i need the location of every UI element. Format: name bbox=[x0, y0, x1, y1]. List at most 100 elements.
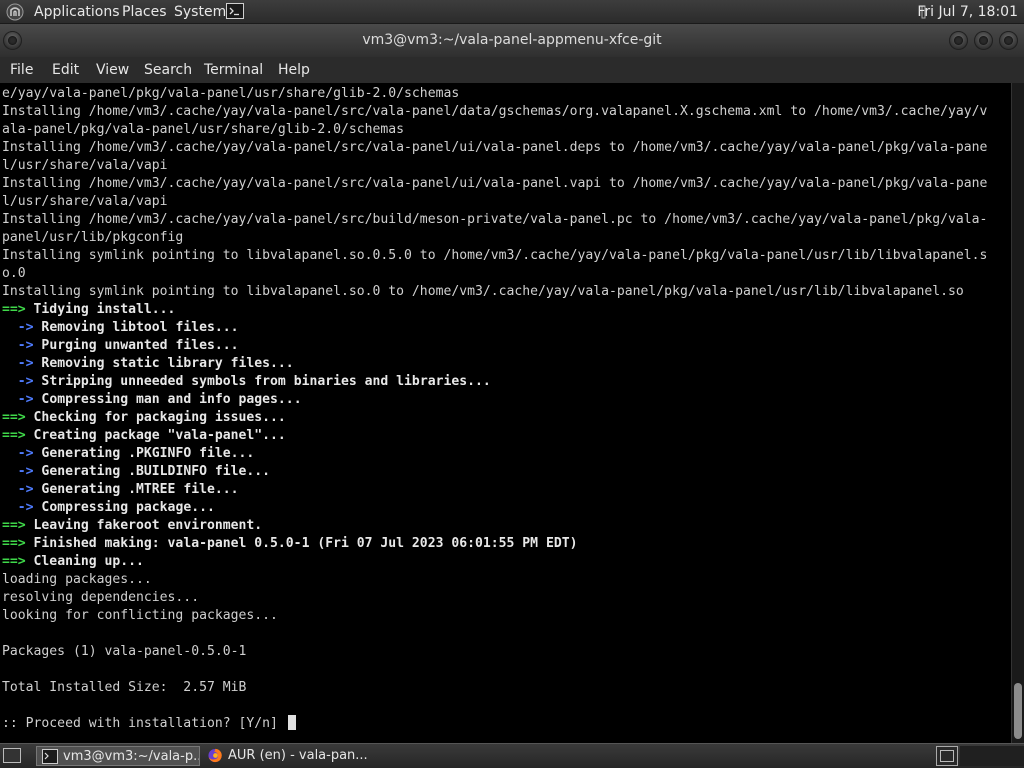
line-text: Stripping unneeded symbols from binaries… bbox=[33, 374, 491, 389]
terminal-launcher-icon[interactable] bbox=[226, 3, 244, 19]
terminal-line: Installing /home/vm3/.cache/yay/vala-pan… bbox=[2, 175, 987, 193]
scrollbar-thumb[interactable] bbox=[1014, 683, 1022, 739]
menu-search[interactable]: Search bbox=[144, 57, 192, 83]
line-text: o.0 bbox=[2, 266, 26, 281]
places-menu[interactable]: Places bbox=[122, 0, 167, 24]
firefox-icon bbox=[208, 748, 222, 763]
terminal-line: ==> Finished making: vala-panel 0.5.0-1 … bbox=[2, 535, 987, 553]
line-text: Installing /home/vm3/.cache/yay/vala-pan… bbox=[2, 212, 988, 227]
line-text: Installing /home/vm3/.cache/yay/vala-pan… bbox=[2, 176, 988, 191]
line-text: e/yay/vala-panel/pkg/vala-panel/usr/shar… bbox=[2, 86, 460, 101]
terminal-line: ala-panel/pkg/vala-panel/usr/share/glib-… bbox=[2, 121, 987, 139]
clock[interactable]: Fri Jul 7, 18:01 bbox=[917, 0, 1018, 24]
terminal-line: ==> Creating package "vala-panel"... bbox=[2, 427, 987, 445]
line-prefix: -> bbox=[2, 446, 34, 461]
line-prefix: -> bbox=[2, 392, 34, 407]
line-text: Total Installed Size: 2.57 MiB bbox=[2, 680, 247, 695]
text-cursor bbox=[287, 715, 296, 730]
system-menu[interactable]: System bbox=[174, 0, 226, 24]
terminal-line: Installing /home/vm3/.cache/yay/vala-pan… bbox=[2, 139, 987, 157]
line-text: panel/usr/lib/pkgconfig bbox=[2, 230, 184, 245]
window-titlebar[interactable]: vm3@vm3:~/vala-panel-appmenu-xfce-git bbox=[0, 24, 1024, 57]
terminal-line: resolving dependencies... bbox=[2, 589, 987, 607]
line-text: Generating .MTREE file... bbox=[33, 482, 239, 497]
line-text: resolving dependencies... bbox=[2, 590, 200, 605]
line-text: Compressing package... bbox=[33, 500, 215, 515]
terminal-line: Packages (1) vala-panel-0.5.0-1 bbox=[2, 643, 987, 661]
terminal-line: Installing /home/vm3/.cache/yay/vala-pan… bbox=[2, 103, 987, 121]
applications-menu[interactable]: Applications bbox=[34, 0, 120, 24]
window-title: vm3@vm3:~/vala-panel-appmenu-xfce-git bbox=[362, 32, 662, 48]
show-desktop-icon[interactable] bbox=[3, 748, 21, 763]
line-text: l/usr/share/vala/vapi bbox=[2, 158, 168, 173]
top-panel: Applications Places System Fri Jul 7, 18… bbox=[0, 0, 1024, 24]
line-text: Purging unwanted files... bbox=[33, 338, 239, 353]
taskbar-item-label: AUR (en) - vala-pan... bbox=[228, 748, 368, 763]
line-text: Cleaning up... bbox=[25, 554, 144, 569]
terminal-output[interactable]: e/yay/vala-panel/pkg/vala-panel/usr/shar… bbox=[0, 83, 1011, 743]
line-prefix: ==> bbox=[2, 302, 26, 317]
line-text: Finished making: vala-panel 0.5.0-1 (Fri… bbox=[25, 536, 578, 551]
line-prefix: -> bbox=[2, 320, 34, 335]
terminal-line: e/yay/vala-panel/pkg/vala-panel/usr/shar… bbox=[2, 85, 987, 103]
menu-file[interactable]: File bbox=[10, 57, 33, 83]
terminal-line: Installing /home/vm3/.cache/yay/vala-pan… bbox=[2, 211, 987, 229]
terminal-line: loading packages... bbox=[2, 571, 987, 589]
line-prefix: ==> bbox=[2, 536, 26, 551]
line-text: Installing symlink pointing to libvalapa… bbox=[2, 284, 964, 299]
terminal-scrollbar[interactable] bbox=[1011, 83, 1024, 743]
line-prefix: ==> bbox=[2, 410, 26, 425]
close-button[interactable] bbox=[999, 31, 1018, 50]
terminal-line: -> Purging unwanted files... bbox=[2, 337, 987, 355]
maximize-button[interactable] bbox=[974, 31, 993, 50]
line-text: Leaving fakeroot environment. bbox=[25, 518, 263, 533]
line-text: Installing symlink pointing to libvalapa… bbox=[2, 248, 988, 263]
line-text: Installing /home/vm3/.cache/yay/vala-pan… bbox=[2, 140, 988, 155]
line-prefix: -> bbox=[2, 338, 34, 353]
terminal-line: l/usr/share/vala/vapi bbox=[2, 157, 987, 175]
menu-help[interactable]: Help bbox=[278, 57, 310, 83]
line-text: Compressing man and info pages... bbox=[33, 392, 302, 407]
line-prefix: -> bbox=[2, 482, 34, 497]
menu-view[interactable]: View bbox=[96, 57, 129, 83]
line-text: Checking for packaging issues... bbox=[25, 410, 286, 425]
line-text: Removing static library files... bbox=[33, 356, 294, 371]
terminal-line: panel/usr/lib/pkgconfig bbox=[2, 229, 987, 247]
mate-logo-icon[interactable] bbox=[6, 3, 24, 21]
line-text: loading packages... bbox=[2, 572, 152, 587]
bottom-panel: vm3@vm3:~/vala-p... AUR (en) - vala-pan.… bbox=[0, 743, 1024, 768]
terminal-line: -> Removing static library files... bbox=[2, 355, 987, 373]
terminal-line: o.0 bbox=[2, 265, 987, 283]
line-text: :: Proceed with installation? [Y/n] bbox=[2, 716, 286, 731]
menu-edit[interactable]: Edit bbox=[52, 57, 79, 83]
line-text: looking for conflicting packages... bbox=[2, 608, 278, 623]
terminal-line: -> Generating .BUILDINFO file... bbox=[2, 463, 987, 481]
workspace-2[interactable] bbox=[960, 746, 1024, 766]
line-prefix: -> bbox=[2, 356, 34, 371]
line-prefix: ==> bbox=[2, 518, 26, 533]
workspace-switcher[interactable] bbox=[936, 746, 958, 766]
terminal-line: ==> Tidying install... bbox=[2, 301, 987, 319]
terminal-line: -> Removing libtool files... bbox=[2, 319, 987, 337]
terminal-line: -> Stripping unneeded symbols from binar… bbox=[2, 373, 987, 391]
terminal-line: -> Compressing man and info pages... bbox=[2, 391, 987, 409]
line-prefix: ==> bbox=[2, 428, 26, 443]
menu-terminal[interactable]: Terminal bbox=[204, 57, 263, 83]
terminal-line: -> Generating .PKGINFO file... bbox=[2, 445, 987, 463]
minimize-button[interactable] bbox=[949, 31, 968, 50]
terminal-line: -> Compressing package... bbox=[2, 499, 987, 517]
line-prefix: ==> bbox=[2, 554, 26, 569]
terminal-line: -> Generating .MTREE file... bbox=[2, 481, 987, 499]
line-text: l/usr/share/vala/vapi bbox=[2, 194, 168, 209]
terminal-line: l/usr/share/vala/vapi bbox=[2, 193, 987, 211]
line-text: Tidying install... bbox=[25, 302, 176, 317]
line-text: Generating .BUILDINFO file... bbox=[33, 464, 271, 479]
line-text: ala-panel/pkg/vala-panel/usr/share/glib-… bbox=[2, 122, 405, 137]
taskbar-item-firefox[interactable]: AUR (en) - vala-pan... bbox=[202, 746, 402, 766]
taskbar-item-terminal[interactable]: vm3@vm3:~/vala-p... bbox=[36, 746, 200, 766]
terminal-line: ==> Cleaning up... bbox=[2, 553, 987, 571]
terminal-line: Installing symlink pointing to libvalapa… bbox=[2, 283, 987, 301]
